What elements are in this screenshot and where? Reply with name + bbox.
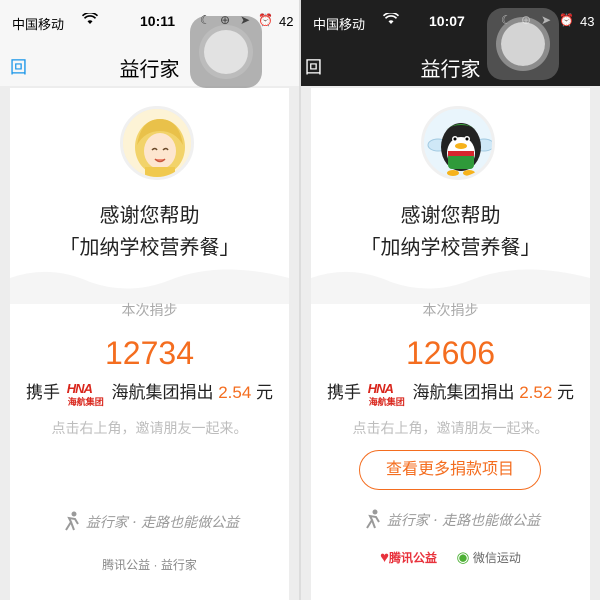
tencent-charity-logo: ♥腾讯公益 — [380, 549, 437, 566]
hna-logo-subtext: 海航集团 — [368, 396, 405, 407]
wifi-icon — [382, 11, 400, 28]
battery-percent: 42 — [279, 14, 294, 29]
project-name: 「加纳学校营养餐」 — [360, 237, 541, 259]
wifi-icon — [81, 11, 99, 28]
result-card: 感谢您帮助 「加纳学校营养餐」 本次捐步 12734 携手 HNA 海航集团 海航… — [10, 88, 289, 600]
thanks-line-1: 感谢您帮助 — [99, 205, 200, 227]
share-hint: 点击右上角，邀请朋友一起来。 — [352, 420, 549, 436]
wave-divider — [10, 269, 289, 304]
assistive-touch-button[interactable] — [487, 8, 559, 80]
walking-figure-icon — [361, 508, 383, 534]
left-screenshot-panel: 中国移动 10:11 ☾ ⊕ ➤ ⏰ 42 回 益行家 感谢您帮助 — [0, 0, 299, 600]
assistive-touch-button[interactable] — [190, 16, 262, 88]
share-hint: 点击右上角，邀请朋友一起来。 — [51, 420, 248, 436]
walking-figure-icon — [60, 510, 82, 536]
right-screenshot-panel: 中国移动 10:07 ☾ ⊕ ➤ ⏰ 43 回 益行家 — [301, 0, 600, 600]
sponsor-line: 携手 HNA 海航集团 海航集团捐出 2.52 元 — [311, 378, 590, 407]
donation-amount: 2.54 — [218, 383, 252, 402]
currency-unit: 元 — [256, 383, 274, 402]
project-name: 「加纳学校营养餐」 — [59, 237, 240, 259]
sponsor-middle: 海航集团捐出 — [412, 383, 515, 402]
carrier-label: 中国移动 — [12, 17, 65, 32]
alarm-icon: ⏰ — [559, 13, 577, 27]
sponsor-prefix: 携手 — [326, 383, 361, 402]
user-avatar — [120, 106, 194, 180]
tencent-charity-text: 腾讯公益 — [389, 550, 438, 565]
clock-time: 10:11 — [140, 13, 176, 29]
hna-logo-text: HNA — [66, 380, 93, 396]
carrier-label: 中国移动 — [313, 17, 366, 32]
donation-amount: 2.52 — [519, 383, 553, 402]
hna-logo-subtext: 海航集团 — [67, 396, 104, 407]
wechat-icon: ◉ — [456, 549, 470, 566]
sponsor-prefix: 携手 — [25, 383, 60, 402]
hna-logo-text: HNA — [367, 380, 394, 396]
step-count: 12734 — [105, 335, 194, 371]
result-card: 感谢您帮助 「加纳学校营养餐」 本次捐步 12606 携手 HNA 海航集团 海航… — [311, 88, 590, 600]
more-projects-button[interactable]: 查看更多捐款项目 — [359, 450, 541, 490]
hna-logo: HNA 海航集团 — [67, 381, 105, 407]
thanks-line-1: 感谢您帮助 — [400, 205, 501, 227]
hna-logo: HNA 海航集团 — [368, 381, 406, 407]
sponsor-line: 携手 HNA 海航集团 海航集团捐出 2.54 元 — [10, 378, 289, 407]
wechat-sport-logo: ◉ 微信运动 — [456, 548, 520, 566]
steps-label: 本次捐步 — [121, 302, 178, 318]
battery-percent: 43 — [580, 14, 595, 29]
slogan: 益行家 · 走路也能做公益 — [10, 510, 289, 536]
slogan-text: 益行家 · 走路也能做公益 — [386, 513, 541, 529]
wave-divider — [311, 269, 590, 304]
slogan: 益行家 · 走路也能做公益 — [311, 508, 590, 534]
clock-time: 10:07 — [429, 13, 465, 29]
slogan-text: 益行家 · 走路也能做公益 — [85, 515, 240, 531]
wechat-sport-text: 微信运动 — [472, 551, 521, 565]
footer-logos: ♥腾讯公益 ◉ 微信运动 — [311, 548, 590, 567]
step-count: 12606 — [406, 335, 495, 371]
heart-icon: ♥ — [380, 548, 390, 566]
currency-unit: 元 — [557, 383, 575, 402]
sponsor-middle: 海航集团捐出 — [111, 383, 214, 402]
steps-label: 本次捐步 — [422, 302, 479, 318]
footer-credit: 腾讯公益 · 益行家 — [102, 558, 197, 572]
user-avatar — [421, 106, 495, 180]
